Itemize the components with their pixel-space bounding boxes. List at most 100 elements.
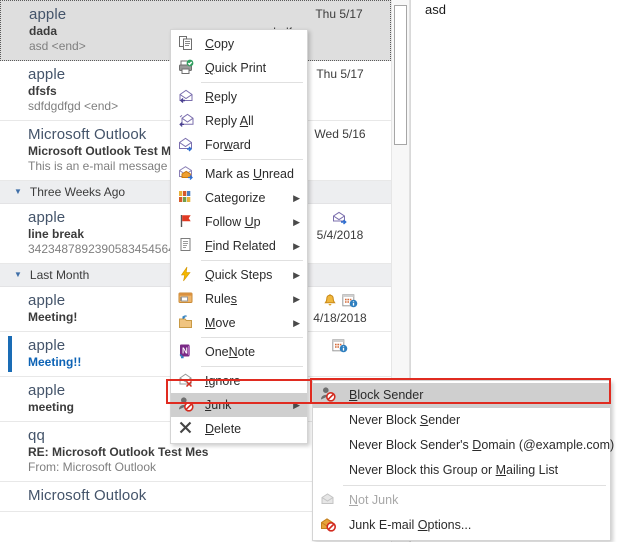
meeting-icon [332,338,348,359]
menu-item-quick-print[interactable]: Quick Print [171,56,307,80]
menu-item-label: Never Block this Group or Mailing List [349,463,558,477]
menu-item-not-junk: Not Junk [313,488,610,513]
menu-item-never-block-sender[interactable]: Never Block Sender [313,408,610,433]
forward-icon [177,136,195,154]
menu-separator [201,366,303,367]
menu-separator [201,260,303,261]
quick-print-icon [177,59,195,77]
collapse-triangle-icon[interactable]: ▼ [14,180,22,203]
menu-item-label: Move [205,316,236,330]
mail-status-icons [297,210,383,227]
outlook-window: appledadaasd <end>--sdsdfsThu 5/17appled… [0,0,621,542]
menu-item-never-block-this-group-or-mailing-list[interactable]: Never Block this Group or Mailing List [313,458,610,483]
menu-item-forward[interactable]: Forward [171,133,307,157]
menu-item-never-block-sender-s-domain-example-com[interactable]: Never Block Sender's Domain (@example.co… [313,433,610,458]
menu-item-label: Never Block Sender [349,413,460,427]
submenu-arrow-icon: ▶ [293,311,300,335]
menu-item-quick-steps[interactable]: Quick Steps ▶ [171,263,307,287]
scrollbar-thumb[interactable] [394,5,407,145]
menu-item-follow-up[interactable]: Follow Up ▶ [171,210,307,234]
not-junk-icon [319,491,337,509]
menu-item-junk-e-mail-options[interactable]: Junk E-mail Options... [313,513,610,538]
submenu-arrow-icon: ▶ [293,210,300,234]
reply-icon [177,88,195,106]
mail-group-label: Three Weeks Ago [30,185,125,199]
menu-item-onenote[interactable]: N OneNote [171,340,307,364]
reply-all-icon [177,112,195,130]
submenu-arrow-icon: ▶ [293,287,300,311]
mark-unread-icon [177,165,195,183]
mail-date: Wed 5/16 [314,127,365,141]
menu-item-reply[interactable]: Reply [171,85,307,109]
menu-item-label: Categorize [205,191,265,205]
collapse-triangle-icon[interactable]: ▼ [14,263,22,286]
block-sender-icon [319,386,337,404]
menu-item-label: Never Block Sender's Domain (@example.co… [349,438,614,452]
submenu-arrow-icon: ▶ [293,263,300,287]
categorize-icon [177,189,195,207]
menu-item-label: Not Junk [349,493,398,507]
menu-item-label: Reply [205,90,237,104]
mail-date-block: 5/4/2018 [297,210,383,242]
submenu-arrow-icon: ▶ [293,186,300,210]
menu-item-label: Quick Steps [205,268,272,282]
mail-group-label: Last Month [30,268,89,282]
menu-separator [201,159,303,160]
ignore-icon [177,372,195,390]
onenote-icon: N [177,343,195,361]
menu-separator [343,485,606,486]
svg-text:N: N [182,347,188,356]
junk-options-icon [319,516,337,534]
menu-item-label: OneNote [205,345,255,359]
menu-item-reply-all[interactable]: Reply All [171,109,307,133]
menu-item-label: Copy [205,37,234,51]
submenu-arrow-icon: ▶ [293,234,300,258]
mail-date-block [297,338,383,356]
mail-date: Thu 5/17 [316,67,363,81]
menu-item-find-related[interactable]: Find Related ▶ [171,234,307,258]
context-menu[interactable]: Copy Quick Print Reply Reply All Forward Mark… [170,29,308,444]
mail-date-block: Wed 5/16 [297,127,383,141]
mail-status-icons [297,338,383,355]
mail-date: 4/18/2018 [313,311,366,325]
menu-item-move[interactable]: Move ▶ [171,311,307,335]
mail-date: Thu 5/17 [315,7,362,21]
menu-item-label: Rules [205,292,237,306]
menu-item-categorize[interactable]: Categorize ▶ [171,186,307,210]
menu-item-label: Forward [205,138,251,152]
find-related-icon [177,237,195,255]
menu-item-mark-as-unread[interactable]: Mark as Unread [171,162,307,186]
menu-item-label: Junk E-mail Options... [349,518,471,532]
copy-icon [177,35,195,53]
menu-item-delete[interactable]: Delete [171,417,307,441]
blank-icon [319,461,337,479]
menu-item-label: Block Sender [349,388,423,402]
blank-icon [319,411,337,429]
menu-item-label: Reply All [205,114,254,128]
menu-item-label: Ignore [205,374,240,388]
junk-icon [177,396,195,414]
quick-steps-icon [177,266,195,284]
mail-status-icons [297,293,383,310]
menu-item-copy[interactable]: Copy [171,32,307,56]
menu-separator [201,82,303,83]
menu-item-ignore[interactable]: Ignore [171,369,307,393]
delete-icon [177,420,195,438]
mail-date: 5/4/2018 [317,228,364,242]
junk-submenu[interactable]: Block Sender Never Block Sender Never Bloc… [312,380,611,541]
submenu-arrow-icon: ▶ [293,393,300,417]
menu-item-label: Delete [205,422,241,436]
reading-pane-body: asd [425,2,446,17]
rules-icon [177,290,195,308]
menu-item-label: Junk [205,398,231,412]
menu-item-label: Follow Up [205,215,261,229]
mail-date-block: Thu 5/17 [297,67,383,81]
menu-item-junk[interactable]: Junk ▶ [171,393,307,417]
mail-date-block: 4/18/2018 [297,293,383,325]
menu-item-rules[interactable]: Rules ▶ [171,287,307,311]
move-icon [177,314,195,332]
mail-date-block: Thu 5/17 [296,7,382,21]
menu-item-block-sender[interactable]: Block Sender [313,383,610,408]
menu-item-label: Find Related [205,239,276,253]
blank-icon [319,436,337,454]
